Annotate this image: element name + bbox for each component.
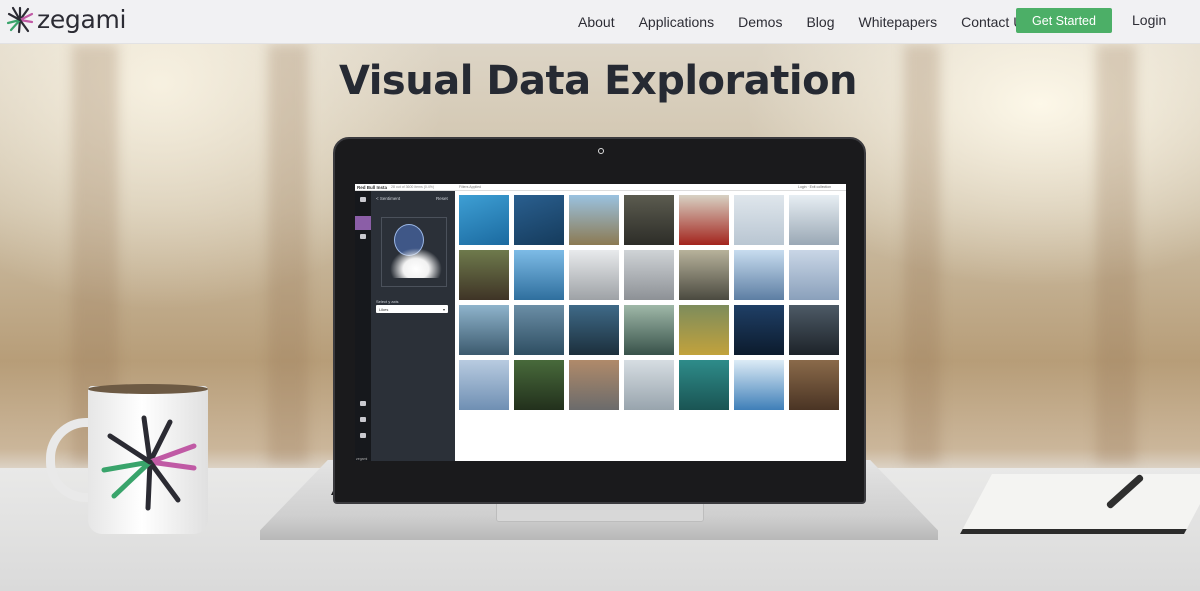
background-window-frame — [268, 44, 308, 464]
panel-heading[interactable]: < Sentiment — [376, 196, 400, 201]
gallery-image[interactable] — [459, 360, 509, 410]
login-link[interactable]: Login — [1132, 12, 1166, 28]
nav-menu: About Applications Demos Blog Whitepaper… — [566, 0, 1042, 44]
reset-button[interactable]: Reset — [436, 196, 448, 201]
background-window-frame — [1096, 44, 1136, 464]
y-axis-value: Likes — [379, 307, 389, 312]
gallery-image[interactable] — [679, 195, 729, 245]
item-count: 28 out of 3600 items (0.4%) — [391, 185, 434, 189]
app-topbar: Red Bull Insta 28 out of 3600 items (0.4… — [355, 184, 846, 191]
scatter-plot[interactable] — [381, 217, 447, 287]
gallery-image[interactable] — [624, 250, 674, 300]
gallery-image[interactable] — [459, 250, 509, 300]
gallery-image[interactable] — [789, 195, 839, 245]
filter-icon[interactable] — [355, 216, 371, 230]
nav-item-demos[interactable]: Demos — [738, 14, 782, 30]
app-wordmark: zegami — [356, 457, 368, 461]
coffee-mug — [88, 386, 208, 534]
gallery-image[interactable] — [789, 360, 839, 410]
gallery-image[interactable] — [459, 195, 509, 245]
nav-item-whitepapers[interactable]: Whitepapers — [858, 14, 937, 30]
get-started-button[interactable]: Get Started — [1016, 8, 1112, 33]
gallery-image[interactable] — [734, 305, 784, 355]
y-axis-label: Select y axis — [376, 299, 399, 304]
brand-logo[interactable]: zegami — [6, 5, 127, 34]
nav-item-about[interactable]: About — [578, 14, 615, 30]
scatter-points — [390, 248, 442, 278]
app-login-link[interactable]: Login · Exit collection — [798, 185, 831, 189]
nav-item-applications[interactable]: Applications — [639, 14, 715, 30]
gallery-image[interactable] — [679, 305, 729, 355]
gallery-image[interactable] — [679, 360, 729, 410]
settings-icon[interactable] — [360, 401, 366, 406]
gallery-image[interactable] — [569, 305, 619, 355]
sparkle-logo-icon — [6, 6, 34, 33]
gallery-image[interactable] — [459, 305, 509, 355]
app-icon-sidebar: zegami — [355, 191, 371, 461]
gallery-image[interactable] — [789, 305, 839, 355]
filter-panel: < Sentiment Reset Select y axis Likes ▾ — [371, 191, 455, 461]
sparkle-logo-icon — [101, 415, 197, 511]
search-icon[interactable] — [360, 197, 366, 202]
gallery-image[interactable] — [624, 195, 674, 245]
gallery-image[interactable] — [734, 250, 784, 300]
image-gallery — [459, 195, 843, 415]
laptop-screen-bezel: Red Bull Insta 28 out of 3600 items (0.4… — [333, 137, 866, 504]
hero-title: Visual Data Exploration — [338, 58, 858, 104]
nav-item-blog[interactable]: Blog — [806, 14, 834, 30]
help-icon[interactable] — [360, 433, 366, 438]
gallery-image[interactable] — [734, 195, 784, 245]
y-axis-select[interactable]: Likes ▾ — [376, 305, 448, 313]
share-icon[interactable] — [360, 417, 366, 422]
gallery-image[interactable] — [514, 250, 564, 300]
app-screenshot: Red Bull Insta 28 out of 3600 items (0.4… — [355, 184, 846, 461]
gallery-image[interactable] — [679, 250, 729, 300]
webcam — [598, 148, 604, 154]
gallery-image[interactable] — [789, 250, 839, 300]
chart-icon[interactable] — [360, 234, 366, 239]
top-navbar: zegami About Applications Demos Blog Whi… — [0, 0, 1200, 44]
gallery-image[interactable] — [624, 360, 674, 410]
gallery-image[interactable] — [569, 250, 619, 300]
mug-rim — [88, 384, 208, 394]
chevron-down-icon: ▾ — [442, 307, 445, 312]
gallery-image[interactable] — [514, 195, 564, 245]
gallery-image[interactable] — [514, 360, 564, 410]
brand-name: zegami — [37, 5, 127, 34]
gallery-image[interactable] — [514, 305, 564, 355]
gallery-image[interactable] — [569, 195, 619, 245]
app-title: Red Bull Insta — [357, 185, 388, 190]
gallery-image[interactable] — [734, 360, 784, 410]
gallery-image[interactable] — [569, 360, 619, 410]
gallery-image[interactable] — [624, 305, 674, 355]
filters-applied[interactable]: Filters Applied — [459, 185, 481, 189]
background-window-frame — [904, 44, 940, 464]
notebook — [960, 474, 1200, 534]
